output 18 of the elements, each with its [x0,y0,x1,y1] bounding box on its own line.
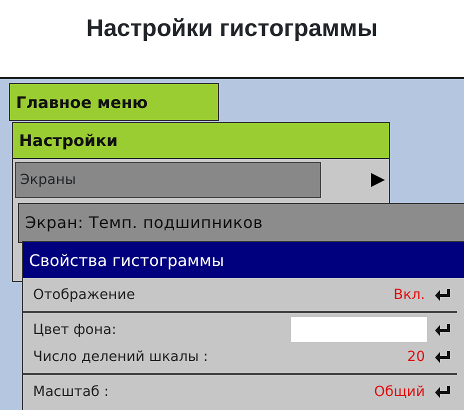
property-label: Отображение [33,286,136,302]
property-value: Общий [372,384,426,400]
menu-item[interactable]: Экраны [15,162,322,198]
menu-window-title: Настройки [13,123,389,159]
window-title: Экран: Темп. подшипников [24,212,264,234]
enter-icon [435,288,451,300]
property-value: Вкл. [392,286,426,302]
color-swatch[interactable] [291,317,427,342]
dialog-title: Свойства гистограммы [23,242,464,278]
property-label: Цвет фона: [33,322,118,338]
property-label: Масштаб : [33,384,110,400]
enter-icon [435,350,451,362]
property-value: 20 [406,348,426,364]
enter-icon [435,386,451,398]
enter-icon [435,324,451,336]
page-title: Настройки гистограммы [85,14,379,44]
property-label: Число делений шкалы : [33,348,210,364]
menu-window-title: Главное меню [9,83,219,121]
